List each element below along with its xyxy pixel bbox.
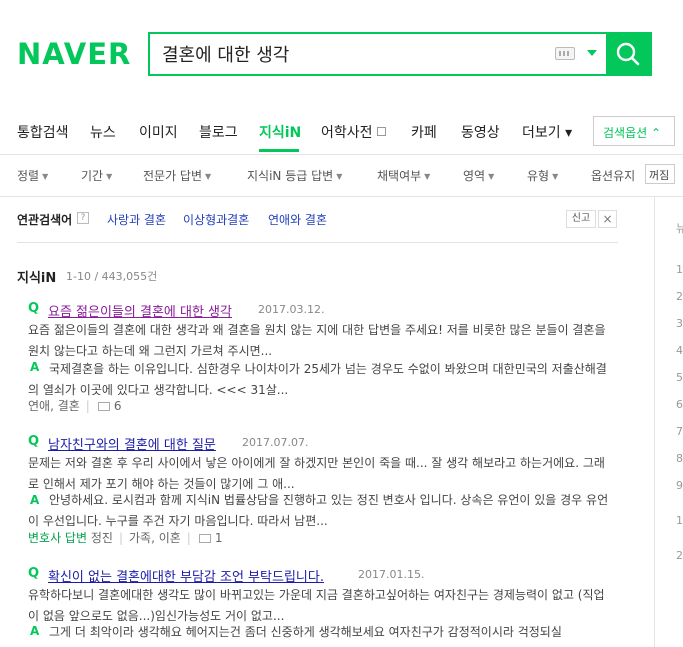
right-panel-border [654,197,655,647]
right-panel-rank[interactable]: 5 [676,371,683,384]
filter-adopted[interactable]: 채택여부 ▼ [377,167,430,184]
search-input[interactable] [162,40,542,68]
right-panel-rank[interactable]: 7 [676,425,683,438]
comment-icon [97,402,110,411]
tab-images[interactable]: 이미지 [139,122,178,142]
comment-icon [198,534,211,543]
tab-blog[interactable]: 블로그 [199,122,238,142]
right-panel-rank[interactable]: 4 [676,344,683,357]
section-title: 지식iN [17,271,57,286]
filter-grade-label: 지식iN 등급 답변 [247,169,334,183]
lawyer-answer-badge: 변호사 답변 [28,531,88,545]
tab-dictionary[interactable]: 어학사전 [321,122,386,142]
help-icon[interactable]: ? [77,212,89,224]
filter-expert-label: 전문가 답변 [143,169,203,183]
result-count: 1-10 / 443,055건 [66,270,158,283]
filter-sort-label: 정렬 [17,169,40,183]
filter-keep-options: 옵션유지 [591,169,636,183]
result-tags[interactable]: 가족, 이혼 [129,531,181,545]
chevron-down-icon: ▼ [488,172,495,181]
filter-grade[interactable]: 지식iN 등급 답변 ▼ [247,167,342,184]
keyboard-icon[interactable] [555,47,575,60]
right-panel-rank[interactable]: 2 [676,290,683,303]
right-panel-rank[interactable]: 2 [676,549,683,562]
result-title[interactable]: 요즘 젊은이들의 결혼에 대한 생각 [48,301,232,320]
divider [17,242,618,243]
result-description: 문제는 저와 결혼 후 우리 사이에서 낳은 아이에게 잘 하겠지만 본인이 죽… [28,456,605,491]
right-panel-rank[interactable]: 3 [676,317,683,330]
right-panel-rank[interactable]: 8 [676,452,683,465]
result-description: 요즘 젊은이들의 결혼에 대한 생각과 왜 결혼을 원치 않는 지에 대한 답변… [28,323,606,358]
result-answer: 국제결혼을 하는 이유입니다. 심한경우 나이차이가 25세가 넘는 경우도 수… [28,362,607,397]
comment-count[interactable]: 6 [114,399,122,413]
tab-cafe[interactable]: 카페 [411,122,437,142]
related-link[interactable]: 연애와 결혼 [268,211,327,228]
divider [0,196,683,197]
active-tab-indicator [259,149,299,152]
separator: | [85,399,90,413]
right-panel-text: 뉴 [676,222,683,235]
question-icon: Q [28,566,40,581]
keep-options-toggle[interactable]: 꺼짐 [645,164,675,184]
question-icon: Q [28,301,40,316]
result-tags[interactable]: 연애, 결혼 [28,399,80,413]
search-tabs: 통합검색 뉴스 이미지 블로그 지식iN 어학사전 카페 동영상 더보기 ▾ [0,112,683,154]
tab-video[interactable]: 동영상 [461,122,500,142]
result-answer: 그게 더 최악이라 생각해요 헤어지는건 좀더 신중하게 생각해보세요 여자친구… [49,625,562,639]
question-icon: Q [28,434,40,449]
close-icon[interactable]: × [598,210,617,228]
chevron-down-icon: ▼ [336,172,343,181]
related-searches-label: 연관검색어 [17,213,73,227]
result-date: 2017.07.07. [242,436,309,449]
related-link[interactable]: 이상형과결혼 [183,211,249,228]
tab-integrated[interactable]: 통합검색 [17,122,69,142]
related-link[interactable]: 사랑과 결혼 [107,211,166,228]
comment-count[interactable]: 1 [215,531,223,545]
chevron-down-icon: ▼ [424,172,431,181]
filter-type-label: 유형 [527,169,550,183]
separator: | [186,531,191,545]
tab-news[interactable]: 뉴스 [90,122,116,142]
right-panel-rank[interactable]: 1 [676,514,683,527]
report-button[interactable]: 신고 [566,210,596,228]
filter-period[interactable]: 기간 ▼ [81,167,112,184]
external-window-icon [376,127,386,136]
result-meta: 연애, 결혼 | 6 [28,397,121,414]
divider [0,154,683,155]
result-date: 2017.03.12. [258,303,325,316]
result-meta: 변호사 답변 정진 | 가족, 이혼 | 1 [28,529,222,546]
tab-kin[interactable]: 지식iN [259,122,301,142]
filter-expert[interactable]: 전문가 답변 ▼ [143,167,211,184]
right-panel-rank[interactable]: 9 [676,479,683,492]
tab-more[interactable]: 더보기 ▾ [522,122,572,142]
search-options-button[interactable]: 검색옵션 ⌃ [593,116,675,146]
search-button[interactable] [606,34,650,74]
search-box [148,32,652,76]
result-description: 유학하다보니 결혼에대한 생각도 많이 바뀌고있는 가운데 지금 결혼하고싶어하… [28,588,605,623]
filter-adopted-label: 채택여부 [377,169,422,183]
search-icon [616,42,640,66]
filter-type[interactable]: 유형 ▼ [527,167,558,184]
filter-sort[interactable]: 정렬 ▼ [17,167,48,184]
result-title[interactable]: 남자친구와의 결혼에 대한 질문 [48,434,216,453]
result-date: 2017.01.15. [358,568,425,581]
filter-area-label: 영역 [463,169,486,183]
tab-dictionary-label: 어학사전 [321,125,373,141]
chevron-down-icon: ▼ [552,172,559,181]
chevron-down-icon: ▼ [205,172,212,181]
autocomplete-toggle-icon[interactable] [587,50,597,56]
right-panel-rank[interactable]: 6 [676,398,683,411]
filter-period-label: 기간 [81,169,104,183]
result-title[interactable]: 확신이 없는 결혼에대한 부담감 조언 부탁드립니다. [48,566,324,585]
naver-logo[interactable]: NAVER [17,37,131,71]
filter-area[interactable]: 영역 ▼ [463,167,494,184]
chevron-down-icon: ▼ [42,172,49,181]
right-panel-rank[interactable]: 1 [676,263,683,276]
result-answer: 안녕하세요. 로시컴과 함께 지식iN 법률상담을 진행하고 있는 정진 변호사… [28,493,609,528]
separator: | [118,531,123,545]
answerer-name[interactable]: 정진 [91,531,113,545]
chevron-down-icon: ▼ [106,172,113,181]
